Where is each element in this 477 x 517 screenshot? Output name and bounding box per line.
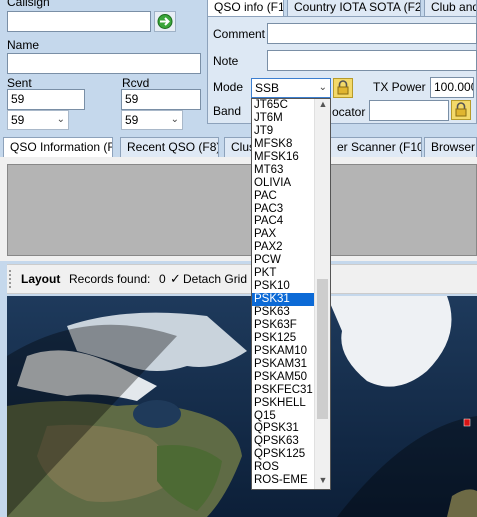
records-found-label: Records found:: [69, 272, 151, 286]
scrollbar-thumb[interactable]: [317, 279, 328, 419]
lock-icon: [455, 102, 467, 117]
toolbar-grip: [9, 270, 11, 288]
comment-label: Comment: [213, 27, 266, 41]
tab-club[interactable]: Club and: [424, 0, 477, 17]
comment-input[interactable]: [267, 23, 477, 44]
mode-lock-button[interactable]: [333, 78, 353, 98]
satellite-map-image: [7, 296, 477, 517]
tx-power-lock-button[interactable]: [451, 100, 471, 120]
sent-select[interactable]: 59 ⌄: [7, 110, 69, 130]
chevron-down-icon: ⌄: [56, 114, 65, 125]
tab-scanner[interactable]: er Scanner (F10): [330, 137, 422, 157]
note-input[interactable]: [267, 50, 477, 71]
lock-icon: [337, 80, 349, 95]
mode-dropdown-list[interactable]: JT65C JT6M JT9 MFSK8 MFSK16 MT63 OLIVIA PAC PAC3…: [251, 98, 331, 490]
sent-input[interactable]: 59: [7, 89, 85, 110]
tab-qso-information[interactable]: QSO Information (F7): [3, 137, 113, 157]
refresh-arrow-icon: [157, 14, 173, 29]
layout-label[interactable]: Layout: [21, 272, 60, 286]
note-label: Note: [213, 54, 239, 68]
sent-label: Sent: [7, 76, 32, 90]
tab-recent-qso[interactable]: Recent QSO (F8): [120, 137, 219, 157]
search-callsign-button[interactable]: [154, 11, 176, 32]
mode-select[interactable]: SSB ⌄: [251, 78, 331, 98]
tx-power-label: TX Power: [373, 80, 426, 94]
dropdown-scrollbar[interactable]: ▲ ▼: [314, 99, 330, 489]
tab-qso-info[interactable]: QSO info (F1): [207, 0, 284, 17]
callsign-input[interactable]: [7, 11, 151, 32]
sent-select-value: 59: [11, 113, 25, 127]
rcvd-select[interactable]: 59 ⌄: [121, 110, 183, 130]
tx-power-input[interactable]: 100.000: [430, 77, 474, 98]
rcvd-label: Rcvd: [122, 76, 150, 90]
checkmark-icon: ✓: [170, 271, 181, 286]
tab-country-iota-sota[interactable]: Country IOTA SOTA (F2): [287, 0, 421, 17]
tab-cluster[interactable]: Clus: [224, 137, 254, 157]
world-map[interactable]: [7, 296, 477, 517]
detach-grid-button[interactable]: Detach Grid: [183, 272, 247, 286]
tab-browser[interactable]: Browser (: [424, 137, 477, 157]
chevron-down-icon: ⌄: [318, 82, 327, 93]
mode-label: Mode: [213, 80, 244, 94]
chevron-down-icon: ⌄: [170, 114, 179, 125]
scroll-up-arrow-icon[interactable]: ▲: [315, 99, 330, 113]
locator-label: ocator: [332, 105, 366, 119]
name-input[interactable]: [7, 53, 201, 74]
qso-information-box: [7, 164, 477, 256]
rcvd-select-value: 59: [125, 113, 139, 127]
callsign-label: Callsign: [7, 0, 50, 9]
rcvd-input[interactable]: 59: [121, 89, 201, 110]
band-label: Band: [213, 104, 242, 118]
records-count: 0: [159, 272, 166, 286]
mode-select-value: SSB: [255, 81, 280, 95]
locator-input[interactable]: [369, 100, 449, 121]
name-label: Name: [7, 38, 40, 52]
scroll-down-arrow-icon[interactable]: ▼: [315, 475, 330, 489]
